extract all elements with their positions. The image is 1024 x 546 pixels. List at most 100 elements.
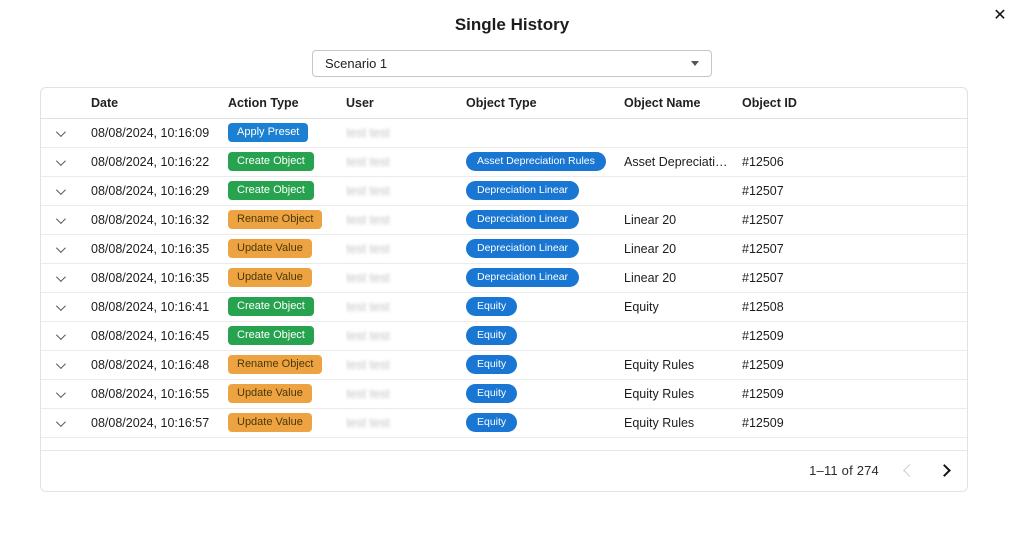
previous-page-icon[interactable] (903, 464, 916, 477)
row-date: 08/08/2024, 10:16:09 (91, 118, 228, 148)
row-object-name: Equity Rules (624, 408, 742, 438)
next-page-icon[interactable] (938, 464, 951, 477)
table-header-row: Date Action Type User Object Type Object… (41, 88, 967, 119)
row-user: test test (346, 241, 390, 256)
row-object-name: Asset Depreciatio… (624, 147, 742, 177)
row-date: 08/08/2024, 10:16:45 (91, 321, 228, 351)
action-type-badge: Apply Preset (228, 122, 309, 143)
row-object-id: #12509 (742, 350, 967, 380)
row-expand-chevron-icon[interactable] (55, 126, 66, 137)
row-object-id: #12506 (742, 147, 967, 177)
history-table: Date Action Type User Object Type Object… (41, 88, 967, 438)
object-type-badge: Depreciation Linear (466, 181, 580, 200)
object-type-badge: Depreciation Linear (466, 239, 580, 258)
row-object-id: #12507 (742, 176, 967, 206)
action-type-badge: Create Object (228, 296, 314, 317)
row-expand-chevron-icon[interactable] (55, 300, 66, 311)
scenario-select-value: Scenario 1 (325, 56, 388, 71)
row-object-id: #12508 (742, 292, 967, 322)
action-type-badge: Update Value (228, 238, 312, 259)
chevron-down-icon (691, 61, 699, 66)
row-object-name: Equity Rules (624, 350, 742, 380)
row-date: 08/08/2024, 10:16:35 (91, 234, 228, 264)
action-type-badge: Rename Object (228, 354, 323, 375)
row-object-name: Linear 20 (624, 234, 742, 264)
table-row: 08/08/2024, 10:16:41 Create Object test … (41, 292, 967, 322)
header-user: User (346, 88, 466, 119)
table-row: 08/08/2024, 10:16:22 Create Object test … (41, 147, 967, 177)
row-user: test test (346, 299, 390, 314)
action-type-badge: Update Value (228, 267, 312, 288)
table-row: 08/08/2024, 10:16:35 Update Value test t… (41, 263, 967, 293)
row-expand-chevron-icon[interactable] (55, 329, 66, 340)
row-object-name: Equity Rules (624, 379, 742, 409)
action-type-badge: Create Object (228, 325, 314, 346)
row-object-name: Linear 20 (624, 205, 742, 235)
action-type-badge: Update Value (228, 412, 312, 433)
table-row: 08/08/2024, 10:16:09 Apply Preset test t… (41, 118, 967, 148)
row-object-name (624, 176, 742, 206)
row-expand-chevron-icon[interactable] (55, 358, 66, 369)
close-icon[interactable]: ✕ (989, 5, 1011, 27)
table-row: 08/08/2024, 10:16:48 Rename Object test … (41, 350, 967, 380)
header-date: Date (91, 88, 228, 119)
table-row: 08/08/2024, 10:16:57 Update Value test t… (41, 408, 967, 438)
header-action-type: Action Type (228, 88, 346, 119)
object-type-badge: Depreciation Linear (466, 210, 580, 229)
header-object-id: Object ID (742, 88, 967, 119)
row-expand-chevron-icon[interactable] (55, 387, 66, 398)
row-date: 08/08/2024, 10:16:32 (91, 205, 228, 235)
row-expand-chevron-icon[interactable] (55, 416, 66, 427)
page-title: Single History (454, 15, 570, 34)
row-object-id: #12509 (742, 408, 967, 438)
history-table-card: Date Action Type User Object Type Object… (40, 87, 968, 492)
row-object-name: Linear 20 (624, 263, 742, 293)
row-object-name (624, 321, 742, 351)
row-user: test test (346, 357, 390, 372)
object-type-badge: Equity (466, 355, 518, 374)
object-type-badge: Asset Depreciation Rules (466, 152, 606, 171)
table-row: 08/08/2024, 10:16:55 Update Value test t… (41, 379, 967, 409)
scenario-select[interactable]: Scenario 1 (312, 50, 712, 77)
row-object-name: Equity (624, 292, 742, 322)
history-table-body: 08/08/2024, 10:16:09 Apply Preset test t… (41, 118, 967, 438)
row-user: test test (346, 125, 390, 140)
header-object-name: Object Name (624, 88, 742, 119)
row-expand-chevron-icon[interactable] (55, 271, 66, 282)
row-object-id: #12507 (742, 205, 967, 235)
object-type-badge: Depreciation Linear (466, 268, 580, 287)
row-date: 08/08/2024, 10:16:48 (91, 350, 228, 380)
table-row: 08/08/2024, 10:16:45 Create Object test … (41, 321, 967, 351)
action-type-badge: Rename Object (228, 209, 323, 230)
row-object-name (624, 118, 742, 148)
header-expand-column (41, 88, 91, 119)
row-user: test test (346, 183, 390, 198)
row-expand-chevron-icon[interactable] (55, 184, 66, 195)
row-date: 08/08/2024, 10:16:41 (91, 292, 228, 322)
action-type-badge: Create Object (228, 151, 314, 172)
object-type-badge: Equity (466, 297, 518, 316)
table-footer-spacer (41, 438, 967, 451)
row-user: test test (346, 212, 390, 227)
pagination: 1–11 of 274 (41, 451, 967, 491)
row-user: test test (346, 328, 390, 343)
row-user: test test (346, 154, 390, 169)
row-expand-chevron-icon[interactable] (55, 213, 66, 224)
row-object-id: #12509 (742, 321, 967, 351)
table-row: 08/08/2024, 10:16:29 Create Object test … (41, 176, 967, 206)
object-type-badge: Equity (466, 384, 518, 403)
row-object-id: #12509 (742, 379, 967, 409)
row-date: 08/08/2024, 10:16:22 (91, 147, 228, 177)
row-date: 08/08/2024, 10:16:29 (91, 176, 228, 206)
pagination-label: 1–11 of 274 (809, 463, 879, 478)
action-type-badge: Update Value (228, 383, 312, 404)
header-object-type: Object Type (466, 88, 624, 119)
row-expand-chevron-icon[interactable] (55, 155, 66, 166)
row-date: 08/08/2024, 10:16:57 (91, 408, 228, 438)
table-row: 08/08/2024, 10:16:35 Update Value test t… (41, 234, 967, 264)
row-user: test test (346, 415, 390, 430)
row-date: 08/08/2024, 10:16:55 (91, 379, 228, 409)
row-expand-chevron-icon[interactable] (55, 242, 66, 253)
row-user: test test (346, 270, 390, 285)
object-type-badge: Equity (466, 326, 518, 345)
